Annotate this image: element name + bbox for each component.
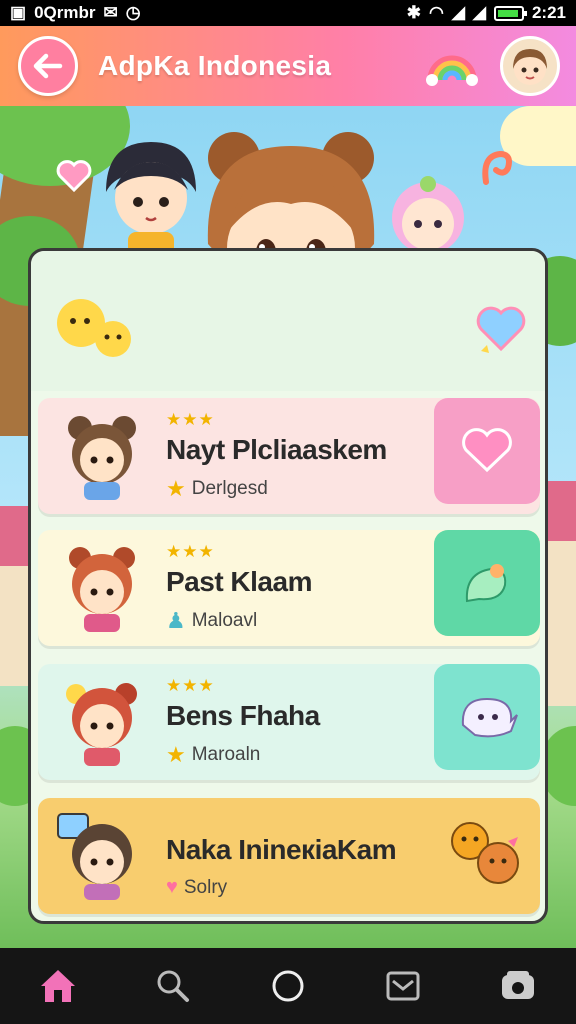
item-subtitle-row: ★ Derlgesd	[166, 476, 268, 502]
item-subtitle-row: ♟ Maloavl	[166, 608, 257, 634]
home-icon	[40, 970, 75, 1002]
status-time: 2:21	[531, 3, 566, 22]
camera-icon	[502, 971, 535, 999]
avatar-icon	[513, 49, 547, 85]
character-thumbnail	[68, 416, 136, 500]
signal-icon: ◢	[451, 3, 465, 22]
nav-messages[interactable]	[373, 956, 433, 1016]
arrow-left-icon	[33, 53, 63, 79]
rainbow-icon	[426, 55, 478, 86]
mail-icon	[386, 971, 420, 1001]
character-thumbnail	[69, 547, 135, 632]
item-title: Bens Fhaha	[166, 700, 320, 731]
app-header: AdpKa Indonesia	[0, 26, 576, 106]
item-title: Nayt Plcliaaskem	[166, 434, 387, 465]
bottom-navigation	[0, 948, 576, 1024]
notification-icon: ▣	[10, 3, 27, 22]
bluetooth-icon: ✱	[406, 3, 421, 22]
nav-search[interactable]	[143, 956, 203, 1016]
star-icon: ★	[166, 476, 186, 501]
heart-balloon-icon-2	[476, 306, 526, 353]
pets-icon	[451, 822, 519, 884]
item-action-button[interactable]	[434, 798, 540, 904]
nav-home[interactable]	[28, 956, 88, 1016]
status-bar: ▣ 0Qrmbr ✉ ◷ ✱ ◠ ◢ ◢ 2:21	[0, 0, 576, 26]
rating-stars: ★★★	[166, 676, 215, 695]
item-subtitle: Maloavl	[191, 610, 258, 631]
item-subtitle-row: ★ Maroaln	[166, 742, 260, 768]
item-subtitle: Derlgesd	[191, 478, 268, 499]
item-subtitle: Solry	[183, 876, 228, 898]
star-icon: ★	[166, 742, 186, 767]
profile-avatar[interactable]	[500, 36, 560, 96]
nav-home-circle[interactable]	[258, 956, 318, 1016]
item-subtitle-row: ♥ Solry	[166, 876, 227, 899]
character-thumbnail	[66, 683, 137, 766]
item-action-button[interactable]	[434, 530, 540, 636]
list-item[interactable]: ★★★ Nayt Plcliaaskem ★ Derlgesd	[38, 398, 540, 514]
wifi-icon: ◠	[428, 3, 444, 22]
mail-icon: ✉	[103, 3, 118, 22]
character-thumbnail	[57, 813, 132, 900]
nav-profile[interactable]	[488, 956, 548, 1016]
circle-icon	[272, 970, 304, 1002]
status-left-text: 0Qrmbr	[34, 3, 96, 22]
list-item[interactable]: ★★★ Bens Fhaha ★ Maroaln	[38, 664, 540, 780]
swirl-icon	[482, 150, 512, 185]
page-title: AdpKa Indonesia	[98, 50, 332, 81]
heart-icon: ♥	[166, 876, 178, 898]
list-item[interactable]: Naka InineкiaKam ♥ Solry	[38, 798, 540, 914]
ghost-icon	[461, 697, 518, 738]
heart-balloon-icon	[56, 160, 92, 193]
favorite-button[interactable]	[434, 398, 540, 504]
alarm-icon: ◷	[125, 3, 141, 22]
rating-stars: ★★★	[166, 542, 215, 561]
rating-stars: ★★★	[166, 410, 215, 429]
item-title: Naka InineкiaKam	[166, 834, 397, 865]
item-action-button[interactable]	[434, 664, 540, 770]
item-title: Past Klaam	[166, 566, 312, 597]
list-item[interactable]: ★★★ Past Klaam ♟ Maloavl	[38, 530, 540, 646]
back-button[interactable]	[18, 36, 78, 96]
leaf-icon	[465, 564, 507, 603]
chick-icon	[57, 299, 131, 357]
signal-icon-2: ◢	[472, 3, 486, 22]
battery-icon	[493, 5, 527, 21]
item-subtitle: Maroaln	[191, 744, 261, 765]
figure-icon: ♟	[166, 608, 186, 633]
heart-icon	[462, 428, 512, 473]
search-icon	[157, 970, 189, 1002]
